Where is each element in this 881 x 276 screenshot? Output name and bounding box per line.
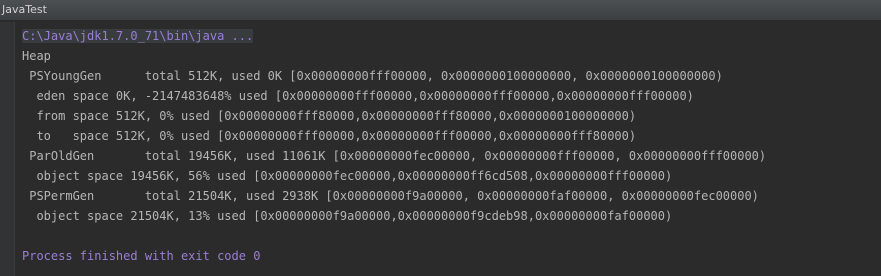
output-line: PSPermGen total 21504K, used 2938K [0x00… <box>22 189 759 203</box>
output-line: from space 512K, 0% used [0x00000000fff8… <box>22 109 637 123</box>
output-line: object space 21504K, 13% used [0x0000000… <box>22 209 673 223</box>
exit-message: Process finished with exit code 0 <box>22 249 261 263</box>
output-line: Heap <box>22 49 51 63</box>
title-bar: JavaTest <box>0 0 881 21</box>
output-line: to space 512K, 0% used [0x00000000fff000… <box>22 129 637 143</box>
run-window: JavaTest C:\Java\jdk1.7.0_71\bin\java ..… <box>0 0 881 276</box>
output-line: eden space 0K, -2147483648% used [0x0000… <box>22 89 694 103</box>
window-title: JavaTest <box>2 3 47 16</box>
output-line: PSYoungGen total 512K, used 0K [0x000000… <box>22 69 723 83</box>
output-line: object space 19456K, 56% used [0x0000000… <box>22 169 673 183</box>
output-line: ParOldGen total 19456K, used 11061K [0x0… <box>22 149 767 163</box>
command-text[interactable]: C:\Java\jdk1.7.0_71\bin\java ... <box>22 29 254 43</box>
run-toolbar-gutter <box>0 22 15 276</box>
command-line: C:\Java\jdk1.7.0_71\bin\java ... <box>22 26 881 46</box>
console-output[interactable]: C:\Java\jdk1.7.0_71\bin\java ... Heap PS… <box>22 26 881 276</box>
